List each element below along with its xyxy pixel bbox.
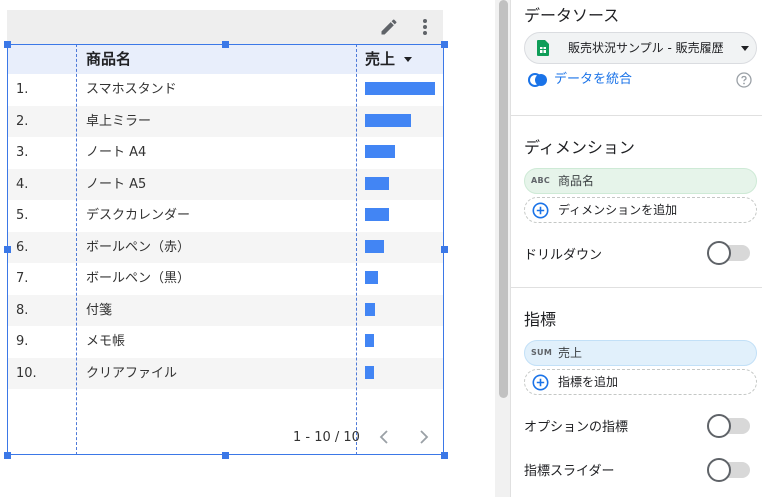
drilldown-toggle[interactable] bbox=[707, 241, 753, 265]
table-row[interactable]: 1. スマホスタンド bbox=[7, 74, 444, 106]
product-name-cell: ボールペン（黒） bbox=[86, 271, 191, 286]
product-name-cell: ボールペン（赤） bbox=[86, 239, 191, 255]
resize-handle[interactable] bbox=[441, 41, 448, 48]
section-divider bbox=[511, 115, 762, 116]
table-row[interactable]: 10. クリアファイル bbox=[7, 357, 444, 389]
dimension-chip-product[interactable]: ABC 商品名 bbox=[524, 168, 757, 194]
row-number: 8. bbox=[16, 302, 29, 318]
sales-bar bbox=[365, 208, 389, 221]
blend-icon bbox=[528, 73, 547, 87]
product-name-cell: ノート A5 bbox=[86, 176, 147, 192]
metric-type-badge: SUM bbox=[531, 348, 553, 357]
product-name-cell: メモ帳 bbox=[86, 334, 126, 349]
add-metric-label: 指標を追加 bbox=[558, 375, 619, 389]
table-row[interactable]: 6. ボールペン（赤） bbox=[7, 231, 444, 263]
row-number: 10. bbox=[16, 365, 37, 381]
chevron-left-icon[interactable] bbox=[377, 428, 391, 446]
sales-bar bbox=[365, 271, 378, 284]
column-header-product[interactable]: 商品名 bbox=[86, 44, 131, 74]
table-row[interactable]: 3. ノート A4 bbox=[7, 137, 444, 169]
pagination-text: 1 - 10 / 10 bbox=[293, 430, 360, 445]
table-row[interactable]: 8. 付箋 bbox=[7, 294, 444, 326]
dimension-chip-label: 商品名 bbox=[558, 174, 595, 188]
optional-metrics-toggle[interactable] bbox=[707, 414, 753, 438]
sales-bar bbox=[365, 176, 389, 190]
optional-metrics-label: オプションの指標 bbox=[524, 420, 629, 435]
add-dimension-label: ディメンションを追加 bbox=[558, 203, 678, 217]
help-icon[interactable] bbox=[736, 72, 752, 88]
dimension-type-badge: ABC bbox=[531, 176, 551, 185]
row-number: 1. bbox=[16, 82, 29, 97]
product-name-cell: スマホスタンド bbox=[86, 82, 177, 97]
metric-chip-sales[interactable]: SUM 売上 bbox=[524, 340, 757, 366]
scrollbar-thumb[interactable] bbox=[499, 0, 508, 398]
chevron-right-icon[interactable] bbox=[417, 428, 431, 446]
resize-handle[interactable] bbox=[441, 246, 448, 253]
section-divider bbox=[511, 287, 762, 288]
metric-title: 指標 bbox=[524, 310, 557, 329]
table-row[interactable]: 9. メモ帳 bbox=[7, 326, 444, 358]
metric-chip-label: 売上 bbox=[558, 346, 583, 360]
sales-bar bbox=[365, 145, 395, 158]
metric-slider-toggle[interactable] bbox=[707, 458, 753, 482]
report-canvas: 商品名 売上 1. スマホスタンド 2. 卓上ミラー 3. ノート A4 4. ノート A5 5… bbox=[0, 0, 469, 497]
sales-bar bbox=[365, 82, 435, 95]
product-name-cell: デスクカレンダー bbox=[86, 208, 191, 223]
row-number: 3. bbox=[16, 145, 29, 160]
table-row[interactable]: 5. デスクカレンダー bbox=[7, 200, 444, 232]
resize-handle[interactable] bbox=[4, 41, 11, 48]
resize-handle[interactable] bbox=[441, 452, 448, 459]
google-sheets-icon bbox=[537, 40, 549, 56]
table-row[interactable]: 4. ノート A5 bbox=[7, 168, 444, 200]
sales-bar bbox=[365, 239, 384, 253]
data-source-select[interactable]: 販売状況サンプル - 販売履歴 bbox=[524, 32, 757, 64]
add-circle-icon bbox=[532, 374, 549, 391]
metric-slider-label: 指標スライダー bbox=[524, 464, 615, 479]
properties-panel: データソース 販売状況サンプル - 販売履歴 データを統合 ディメンション AB… bbox=[510, 0, 762, 497]
row-number: 9. bbox=[16, 334, 29, 349]
dropdown-arrow-icon bbox=[741, 46, 749, 51]
product-name-cell: クリアファイル bbox=[86, 365, 178, 381]
add-metric-button[interactable]: 指標を追加 bbox=[524, 369, 757, 395]
toggle-knob bbox=[707, 458, 731, 482]
chart-header-bar bbox=[7, 10, 443, 44]
resize-handle[interactable] bbox=[222, 41, 229, 48]
product-name-cell: ノート A4 bbox=[86, 145, 147, 160]
pencil-icon[interactable] bbox=[379, 17, 399, 37]
blend-data-label: データを統合 bbox=[554, 72, 633, 87]
table-row[interactable]: 7. ボールペン（黒） bbox=[7, 263, 444, 295]
add-dimension-button[interactable]: ディメンションを追加 bbox=[524, 197, 757, 223]
row-number: 6. bbox=[16, 239, 29, 255]
table-row[interactable]: 2. 卓上ミラー bbox=[7, 105, 444, 137]
resize-handle[interactable] bbox=[4, 246, 11, 253]
data-source-title: データソース bbox=[524, 6, 620, 25]
product-name-cell: 付箋 bbox=[86, 302, 113, 318]
dimension-title: ディメンション bbox=[524, 138, 635, 157]
row-number: 5. bbox=[16, 208, 29, 223]
table-chart[interactable]: 商品名 売上 1. スマホスタンド 2. 卓上ミラー 3. ノート A4 4. ノート A5 5… bbox=[7, 44, 444, 455]
toggle-knob bbox=[707, 241, 731, 265]
resize-handle[interactable] bbox=[4, 452, 11, 459]
resize-handle[interactable] bbox=[222, 452, 229, 459]
row-number: 4. bbox=[16, 176, 29, 192]
product-name-cell: 卓上ミラー bbox=[86, 113, 152, 129]
row-number: 2. bbox=[16, 113, 29, 129]
table-header-row: 商品名 売上 bbox=[7, 44, 444, 74]
column-divider bbox=[76, 44, 77, 455]
more-vert-icon[interactable] bbox=[416, 17, 434, 37]
sales-bar bbox=[365, 113, 411, 127]
sort-desc-icon[interactable] bbox=[404, 57, 412, 62]
sales-bar bbox=[365, 302, 375, 316]
column-divider bbox=[356, 44, 357, 455]
add-circle-icon bbox=[532, 202, 549, 219]
sales-bar bbox=[365, 334, 374, 347]
sales-bar bbox=[365, 365, 374, 379]
data-source-value: 販売状況サンプル - 販売履歴 bbox=[568, 41, 724, 55]
row-number: 7. bbox=[16, 271, 29, 286]
drilldown-label: ドリルダウン bbox=[524, 248, 603, 263]
column-header-sales[interactable]: 売上 bbox=[365, 44, 395, 74]
toggle-knob bbox=[707, 414, 731, 438]
